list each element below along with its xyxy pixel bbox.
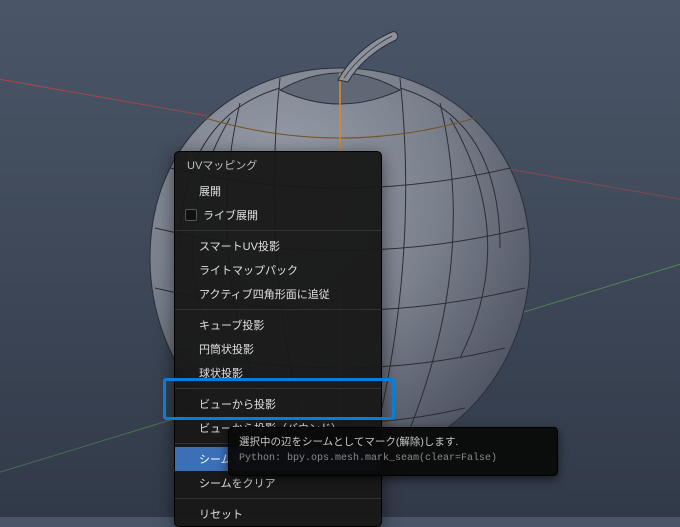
menu-separator xyxy=(175,230,381,231)
menu-item-cylinder[interactable]: 円筒状投影 xyxy=(175,337,381,361)
menu-title: UVマッピング xyxy=(175,152,381,179)
menu-item-smart-uv[interactable]: スマートUV投影 xyxy=(175,234,381,258)
menu-item-follow-quads[interactable]: アクティブ四角形面に追従 xyxy=(175,282,381,306)
menu-separator xyxy=(175,309,381,310)
tooltip-mark-seam: 選択中の辺をシームとしてマーク(解除)します. Python: bpy.ops.… xyxy=(228,427,558,476)
tooltip-python: Python: bpy.ops.mesh.mark_seam(clear=Fal… xyxy=(239,452,547,467)
menu-separator xyxy=(175,388,381,389)
menu-item-from-view[interactable]: ビューから投影 xyxy=(175,392,381,416)
menu-item-sphere[interactable]: 球状投影 xyxy=(175,361,381,385)
menu-item-label: ライブ展開 xyxy=(203,207,258,223)
menu-item-unwrap[interactable]: 展開 xyxy=(175,179,381,203)
tooltip-description: 選択中の辺をシームとしてマーク(解除)します. xyxy=(239,435,547,450)
menu-item-lightmap[interactable]: ライトマップパック xyxy=(175,258,381,282)
menu-separator xyxy=(175,498,381,499)
menu-item-reset[interactable]: リセット xyxy=(175,502,381,526)
menu-item-live-unwrap[interactable]: ライブ展開 xyxy=(175,203,381,227)
checkbox-icon xyxy=(185,209,197,221)
menu-item-cube[interactable]: キューブ投影 xyxy=(175,313,381,337)
